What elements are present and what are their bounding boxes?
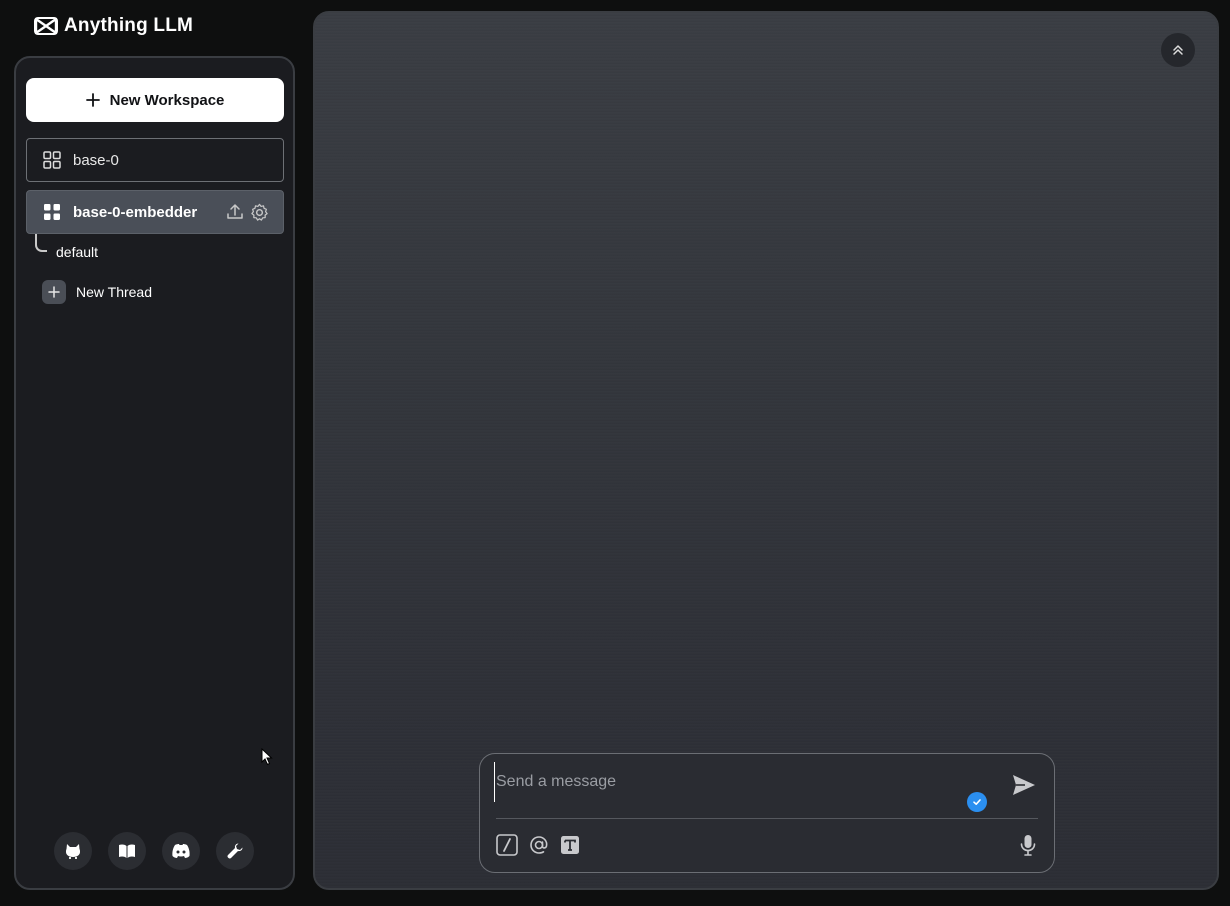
new-thread-label: New Thread: [76, 284, 153, 300]
github-icon[interactable]: [54, 832, 92, 870]
slash-command-icon[interactable]: [496, 834, 518, 856]
sidebar-footer: [54, 832, 254, 870]
chat-main-panel: [313, 11, 1219, 890]
workspace-name: base-0-embedder: [73, 203, 198, 221]
app-window: Anything LLM New Workspace base-0 base-0…: [0, 0, 1230, 906]
check-icon: [967, 792, 987, 812]
workspace-grid-filled-icon: [44, 204, 60, 220]
microphone-icon[interactable]: [1020, 834, 1036, 861]
workspace-name: base-0: [73, 151, 119, 169]
new-workspace-button[interactable]: New Workspace: [26, 78, 284, 122]
thread-item-default[interactable]: default: [56, 244, 98, 260]
new-workspace-label: New Workspace: [109, 91, 225, 109]
workspace-item-base-0[interactable]: base-0: [26, 138, 284, 182]
plus-icon: [42, 280, 66, 304]
sidebar: New Workspace base-0 base-0-embedder def…: [14, 56, 295, 890]
text-size-icon[interactable]: [560, 835, 580, 855]
message-input[interactable]: [494, 762, 994, 802]
settings-wrench-icon[interactable]: [216, 832, 254, 870]
send-icon[interactable]: [1011, 772, 1037, 803]
thread-connector-line: [35, 234, 47, 252]
app-title: Anything LLM: [64, 15, 194, 36]
composer-divider: [496, 818, 1038, 819]
gear-icon[interactable]: [250, 203, 269, 222]
workspace-grid-icon: [43, 151, 61, 169]
workspace-item-base-0-embedder[interactable]: base-0-embedder: [26, 190, 284, 234]
composer-tools: [496, 834, 580, 856]
discord-icon[interactable]: [162, 832, 200, 870]
new-thread-button[interactable]: New Thread: [42, 280, 152, 304]
workspace-actions: [226, 203, 283, 222]
message-composer: [479, 753, 1055, 873]
upload-icon[interactable]: [226, 203, 244, 221]
plus-icon: [85, 93, 100, 107]
mouse-cursor-icon: [261, 747, 273, 771]
scroll-up-icon[interactable]: [1161, 33, 1195, 67]
app-logo: Anything LLM: [34, 14, 193, 38]
docs-book-icon[interactable]: [108, 832, 146, 870]
at-mention-icon[interactable]: [528, 834, 550, 856]
anything-llm-logo-icon: [34, 17, 58, 35]
